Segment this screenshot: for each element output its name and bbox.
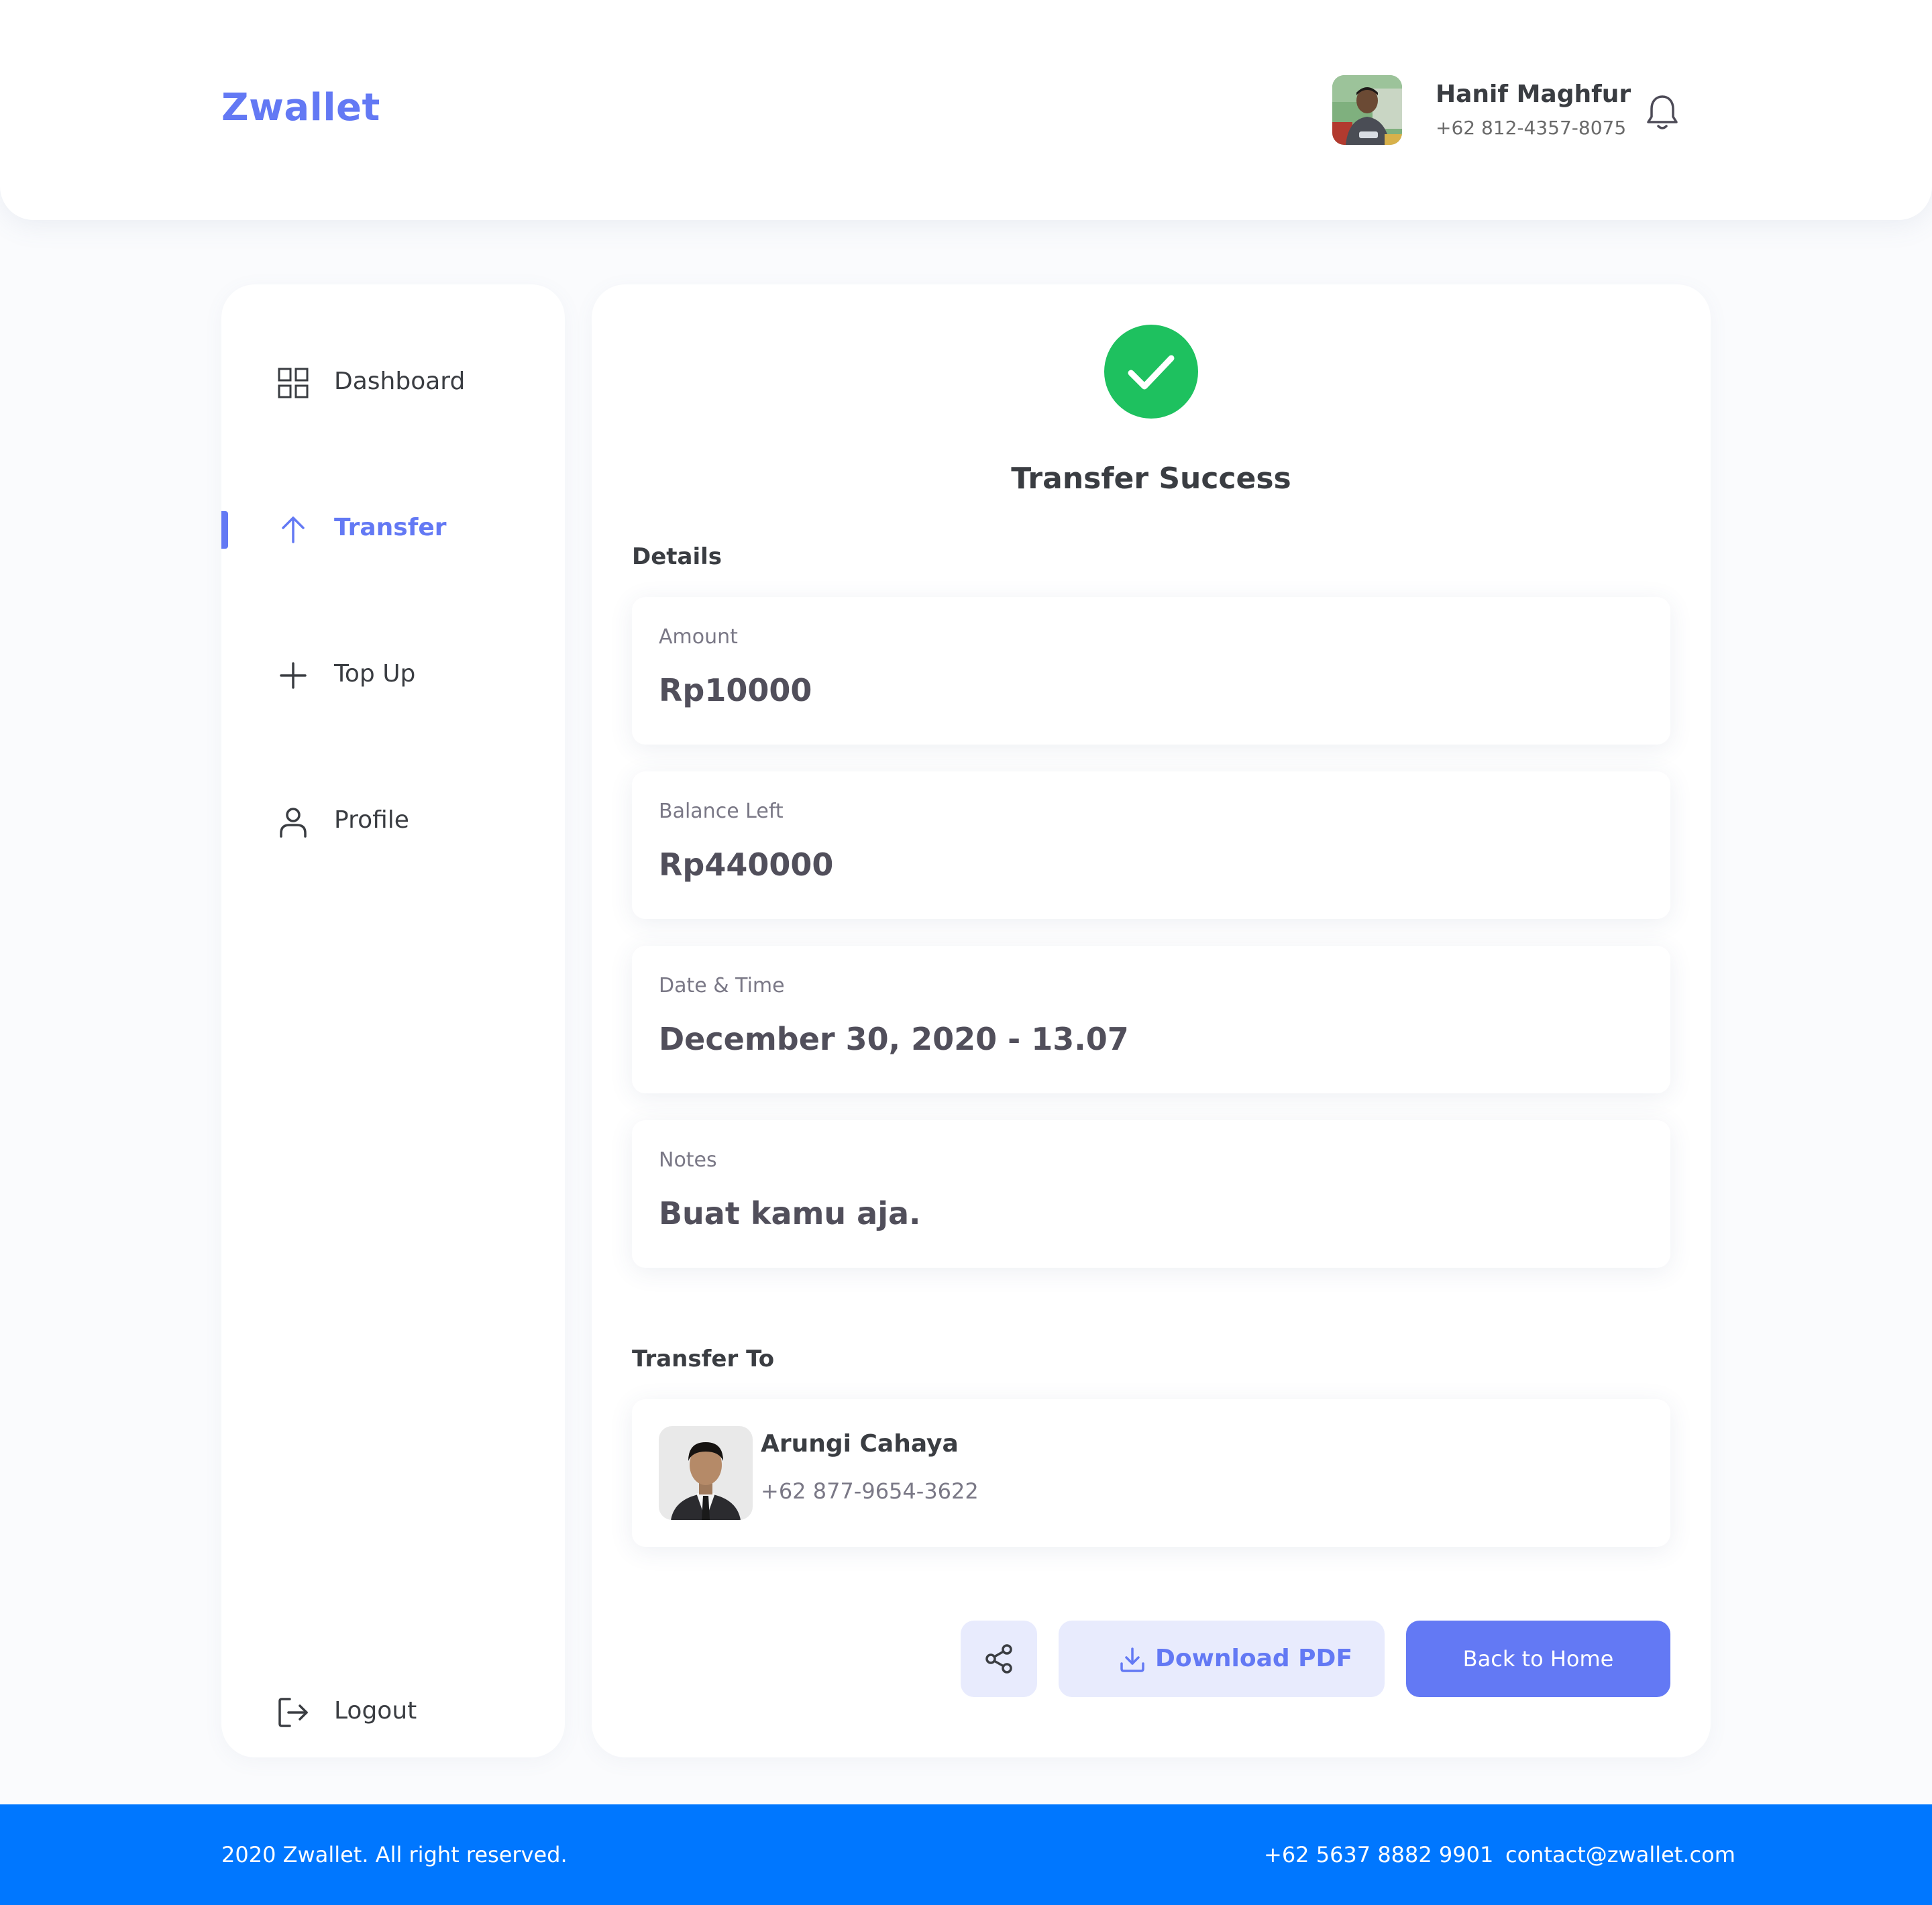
detail-value: Buat kamu aja. bbox=[659, 1195, 921, 1232]
sidebar-item-label: Top Up bbox=[334, 660, 416, 688]
detail-value: Rp10000 bbox=[659, 672, 812, 708]
sidebar-item-dashboard[interactable]: Dashboard bbox=[221, 356, 565, 409]
detail-label: Amount bbox=[659, 625, 738, 649]
sidebar-item-transfer[interactable]: Transfer bbox=[221, 502, 565, 555]
active-indicator bbox=[221, 511, 228, 549]
detail-value: December 30, 2020 - 13.07 bbox=[659, 1021, 1129, 1057]
footer-email[interactable]: contact@zwallet.com bbox=[1505, 1842, 1735, 1867]
user-photo-icon bbox=[1332, 75, 1402, 145]
back-to-home-label: Back to Home bbox=[1462, 1646, 1614, 1672]
transfer-result-panel: Transfer Success Details Amount Rp10000 … bbox=[592, 284, 1711, 1757]
detail-card-date-time: Date & Time December 30, 2020 - 13.07 bbox=[632, 946, 1670, 1093]
recipient-avatar bbox=[659, 1426, 753, 1520]
brand-logo[interactable]: Zwallet bbox=[221, 86, 380, 129]
sidebar: Dashboard Transfer Top Up Profile Logout bbox=[221, 284, 565, 1757]
footer-phone[interactable]: +62 5637 8882 9901 bbox=[1264, 1842, 1493, 1867]
user-avatar[interactable] bbox=[1332, 75, 1402, 145]
detail-label: Date & Time bbox=[659, 974, 785, 997]
detail-value: Rp440000 bbox=[659, 847, 834, 883]
share-icon bbox=[985, 1644, 1012, 1674]
user-name: Hanif Maghfur bbox=[1436, 80, 1631, 108]
detail-label: Notes bbox=[659, 1148, 717, 1172]
check-icon bbox=[1128, 355, 1175, 390]
arrow-up-icon bbox=[282, 516, 305, 543]
download-pdf-button[interactable]: Download PDF bbox=[1059, 1621, 1385, 1697]
detail-card-balance-left: Balance Left Rp440000 bbox=[632, 771, 1670, 919]
footer: 2020 Zwallet. All right reserved. +62 56… bbox=[0, 1804, 1932, 1905]
logout-icon bbox=[278, 1698, 308, 1727]
recipient-phone: +62 877-9654-3622 bbox=[761, 1478, 979, 1504]
download-icon bbox=[1120, 1647, 1144, 1672]
grid-icon bbox=[278, 368, 309, 398]
sidebar-item-label: Logout bbox=[334, 1697, 417, 1725]
sidebar-item-logout[interactable]: Logout bbox=[221, 1685, 565, 1739]
share-button[interactable] bbox=[961, 1621, 1037, 1697]
sidebar-item-label: Dashboard bbox=[334, 368, 466, 395]
top-header: Zwallet Hanif Maghfur +62 812-4357-8075 bbox=[0, 0, 1932, 220]
notification-button[interactable] bbox=[1645, 93, 1680, 131]
footer-copyright: 2020 Zwallet. All right reserved. bbox=[221, 1842, 568, 1867]
sidebar-item-label: Profile bbox=[334, 806, 409, 834]
bell-icon bbox=[1647, 95, 1678, 129]
recipient-name: Arungi Cahaya bbox=[761, 1430, 959, 1458]
detail-card-notes: Notes Buat kamu aja. bbox=[632, 1120, 1670, 1268]
sidebar-item-label: Transfer bbox=[334, 514, 447, 541]
download-pdf-label: Download PDF bbox=[1155, 1645, 1353, 1672]
details-heading: Details bbox=[632, 543, 722, 570]
sidebar-item-top-up[interactable]: Top Up bbox=[221, 648, 565, 702]
user-icon bbox=[280, 808, 307, 838]
recipient-photo-icon bbox=[659, 1426, 753, 1520]
plus-icon bbox=[280, 662, 307, 689]
detail-card-amount: Amount Rp10000 bbox=[632, 597, 1670, 745]
page-title: Transfer Success bbox=[1011, 461, 1291, 496]
sidebar-item-profile[interactable]: Profile bbox=[221, 794, 565, 848]
user-phone: +62 812-4357-8075 bbox=[1436, 117, 1627, 139]
detail-label: Balance Left bbox=[659, 800, 784, 823]
back-to-home-button[interactable]: Back to Home bbox=[1406, 1621, 1670, 1697]
success-badge bbox=[1104, 325, 1198, 419]
recipient-card: Arungi Cahaya +62 877-9654-3622 bbox=[632, 1399, 1670, 1547]
transfer-to-heading: Transfer To bbox=[632, 1346, 775, 1372]
